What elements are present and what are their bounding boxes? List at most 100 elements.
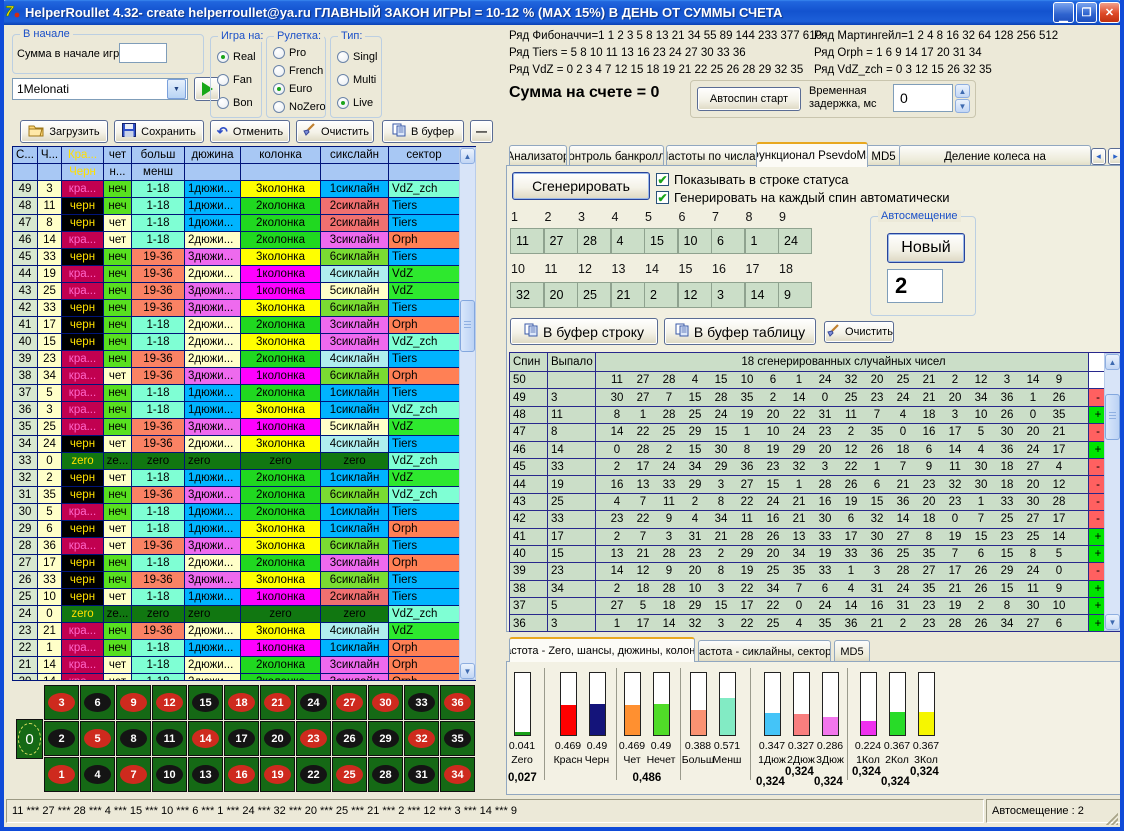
roulette-cell-18[interactable]: 18 [224, 685, 259, 720]
spin-down-icon[interactable]: ▼ [955, 99, 970, 113]
generated-row[interactable]: 4811812825241920223111741831026035+ [510, 407, 1120, 424]
table-row[interactable]: 4419кра...неч19-362дюжи...1колонка4сикла… [13, 266, 475, 283]
roulette-cell-35[interactable]: 35 [440, 721, 475, 756]
scrollbar-thumb[interactable] [460, 300, 475, 352]
table-row[interactable]: 3923кра...неч19-362дюжи...2колонка4сикла… [13, 351, 475, 368]
table-row[interactable]: 3525кра...неч19-363дюжи...1колонка5сикла… [13, 419, 475, 436]
resize-grip[interactable] [1106, 813, 1118, 825]
roulette-cell-16[interactable]: 16 [224, 757, 259, 792]
generated-row[interactable]: 47814222529151102423235016175302021- [510, 424, 1120, 441]
new-button[interactable]: Новый [887, 233, 965, 263]
show-in-status-checkbox[interactable]: ✔ Показывать в строке статуса [656, 172, 849, 187]
clear-button[interactable]: Очистить [296, 120, 374, 143]
roulette-cell-13[interactable]: 13 [188, 757, 223, 792]
tabs-scroll-left-icon[interactable]: ◂ [1091, 148, 1106, 165]
roulette-cell-15[interactable]: 15 [188, 685, 223, 720]
scrollbar-thumb[interactable] [1105, 394, 1120, 440]
table-row[interactable]: 305кра...неч1-181дюжи...2колонка1сиклайн… [13, 504, 475, 521]
roulette-cell-31[interactable]: 31 [404, 757, 439, 792]
roulette-cell-22[interactable]: 22 [296, 757, 331, 792]
table-row[interactable]: 2836кра...чет19-363дюжи...3колонка6сикла… [13, 538, 475, 555]
generated-row[interactable]: 37527518291517220241416312319283010+ [510, 598, 1120, 615]
table-row[interactable]: 2321кра...неч19-362дюжи...3колонка4сикла… [13, 623, 475, 640]
scroll-up-icon[interactable]: ▲ [460, 148, 475, 164]
table-row[interactable]: 296чернчет1-181дюжи...3колонка1сиклайнOr… [13, 521, 475, 538]
table-row[interactable]: 240zeroze...zerozerozerozeroVdZ_zch [13, 606, 475, 623]
table-row[interactable]: 221кра...неч1-181дюжи...1колонка1сиклайн… [13, 640, 475, 657]
roulette-cell-30[interactable]: 30 [368, 685, 403, 720]
tab-5[interactable]: MD5 [866, 145, 901, 167]
generated-row[interactable]: 49330277152835214025232421203436126- [510, 389, 1120, 406]
roulette-cell-24[interactable]: 24 [296, 685, 331, 720]
table-row[interactable]: 3834кра...чет19-363дюжи...1колонка6сикла… [13, 368, 475, 385]
roulette-cell-7[interactable]: 7 [116, 757, 151, 792]
scroll-up-icon[interactable]: ▲ [1105, 354, 1120, 370]
roulette-cell-2[interactable]: 2 [44, 721, 79, 756]
roulette-cell-21[interactable]: 21 [260, 685, 295, 720]
radio-option-french[interactable]: French [273, 65, 323, 77]
spin-up-icon[interactable]: ▲ [955, 84, 970, 98]
roulette-cell-26[interactable]: 26 [332, 721, 367, 756]
table-row[interactable]: 330zeroze...zerozerozerozeroVdZ_zch [13, 453, 475, 470]
roulette-cell-5[interactable]: 5 [80, 721, 115, 756]
roulette-cell-11[interactable]: 11 [152, 721, 187, 756]
spins-history-table[interactable]: С...Ч...Кра...четбольшдюжинаколонкасиксл… [12, 146, 476, 681]
roulette-cell-36[interactable]: 36 [440, 685, 475, 720]
clear-generated-button[interactable]: Очистить [824, 321, 894, 343]
freq-tab-3[interactable]: MD5 [834, 640, 870, 662]
radio-option-euro[interactable]: Euro [273, 83, 312, 95]
generate-each-spin-checkbox[interactable]: ✔ Генерировать на каждый спин автоматиче… [656, 190, 950, 205]
table-row[interactable]: 363кра...неч1-181дюжи...3колонка1сиклайн… [13, 402, 475, 419]
generated-row[interactable]: 4419161333293271512826621233230182012- [510, 476, 1120, 493]
preset-combobox[interactable]: 1Melonati ▼ [12, 78, 188, 100]
tab-6[interactable]: Деление колеса на [899, 145, 1091, 167]
scroll-down-icon[interactable]: ▼ [460, 663, 475, 679]
generated-row[interactable]: 40151321282322920341933362535761585+ [510, 546, 1120, 563]
table-row[interactable]: 3424чернчет19-362дюжи...3колонка4сиклайн… [13, 436, 475, 453]
radio-option-live[interactable]: Live [337, 97, 373, 109]
table-row[interactable]: 322чернчет1-181дюжи...2колонка1сиклайнVd… [13, 470, 475, 487]
tab-2[interactable]: Контроль банкролла [569, 145, 664, 167]
radio-option-fan[interactable]: Fan [217, 74, 252, 86]
roulette-cell-28[interactable]: 28 [368, 757, 403, 792]
generated-row[interactable]: 42332322943411162130632141807252717- [510, 511, 1120, 528]
generated-table-scrollbar[interactable]: ▲ ▼ [1104, 353, 1121, 631]
table-row[interactable]: 2114кра...чет1-182дюжи...2колонка3сиклай… [13, 657, 475, 674]
table-row[interactable]: 2014кра...чет1-182дюжи...2колонка3сиклай… [13, 674, 475, 681]
undo-button[interactable]: ↶ Отменить [210, 120, 290, 143]
tab-4[interactable]: Функционал PsevdoMS [756, 142, 868, 167]
tab-3[interactable]: Частоты по числам [666, 145, 758, 167]
table-row[interactable]: 493кра...неч1-181дюжи...3колонка1сиклайн… [13, 181, 475, 198]
table-row[interactable]: 2633черннеч19-363дюжи...3колонка6сиклайн… [13, 572, 475, 589]
scroll-down-icon[interactable]: ▼ [1105, 614, 1120, 630]
roulette-board[interactable]: 0 36912151821242730333625811141720232629… [12, 683, 476, 795]
roulette-cell-20[interactable]: 20 [260, 721, 295, 756]
generated-row[interactable]: 46140282153081929201226186144362417+ [510, 442, 1120, 459]
generated-row[interactable]: 3631171432322254353621223282634276+ [510, 615, 1120, 632]
close-button[interactable]: ✕ [1099, 2, 1120, 23]
load-button[interactable]: Загрузить [20, 120, 108, 143]
radio-option-nozero[interactable]: NoZero [273, 101, 326, 113]
roulette-cell-33[interactable]: 33 [404, 685, 439, 720]
tab-1[interactable]: Анализатор [509, 145, 567, 167]
generated-row[interactable]: 43254711282224211619153620231333028- [510, 494, 1120, 511]
generated-row[interactable]: 4533217243429362332322179113018274- [510, 459, 1120, 476]
save-button[interactable]: Сохранить [114, 120, 204, 143]
roulette-cell-4[interactable]: 4 [80, 757, 115, 792]
roulette-cell-14[interactable]: 14 [188, 721, 223, 756]
roulette-cell-25[interactable]: 25 [332, 757, 367, 792]
roulette-cell-17[interactable]: 17 [224, 721, 259, 756]
table-row[interactable]: 375кра...неч1-181дюжи...2колонка1сиклайн… [13, 385, 475, 402]
generated-row[interactable]: 39231412920819253533132827172629240- [510, 563, 1120, 580]
delay-spinner[interactable]: ▲ ▼ [955, 84, 970, 113]
delay-input[interactable]: 0 [893, 84, 953, 112]
radio-option-real[interactable]: Real [217, 51, 256, 63]
roulette-cell-10[interactable]: 10 [152, 757, 187, 792]
roulette-zero-cell[interactable]: 0 [16, 719, 43, 759]
freq-tab-2[interactable]: Частота - сиклайны, сектора [698, 640, 831, 662]
table-row[interactable]: 4533черннеч19-363дюжи...3колонка6сиклайн… [13, 249, 475, 266]
combobox-dropdown-icon[interactable]: ▼ [167, 79, 186, 99]
roulette-cell-6[interactable]: 6 [80, 685, 115, 720]
roulette-cell-29[interactable]: 29 [368, 721, 403, 756]
autoshift-value-input[interactable]: 2 [887, 269, 943, 303]
